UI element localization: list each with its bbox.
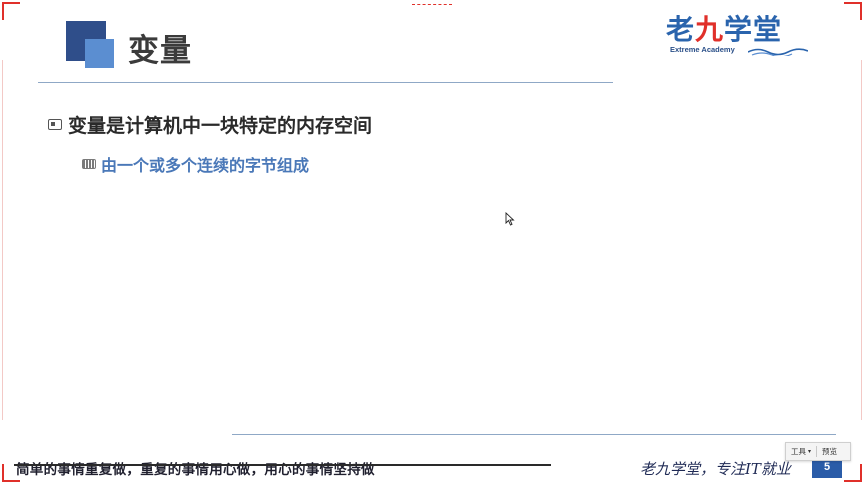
frame-corner-top-left bbox=[2, 2, 20, 20]
bullet-level2-text: 由一个或多个连续的字节组成 bbox=[101, 156, 310, 175]
frame-corner-top-right bbox=[844, 2, 862, 20]
bullet-marker-icon bbox=[48, 119, 62, 130]
frame-corner-bottom-right bbox=[844, 464, 862, 482]
frame-edge-right bbox=[861, 60, 862, 420]
logo-subtitle: Extreme Academy bbox=[670, 45, 735, 54]
frame-edge-left bbox=[2, 60, 3, 420]
mouse-cursor-icon bbox=[505, 212, 515, 226]
viewer-toolbar: 工具 ▾ 预览 bbox=[785, 442, 851, 461]
sub-bullet-marker-icon bbox=[82, 159, 96, 169]
footer-divider bbox=[232, 434, 836, 435]
logo-wordmark: 老九学堂 bbox=[666, 13, 783, 46]
recording-handle[interactable] bbox=[412, 0, 452, 5]
footer-slogan: 简单的事情重复做，重复的事情用心做，用心的事情坚持做 bbox=[16, 462, 375, 478]
slogan-underline bbox=[14, 464, 551, 466]
bullet-level1: 变量是计算机中一块特定的内存空间 bbox=[48, 111, 372, 138]
chevron-down-icon: ▾ bbox=[808, 449, 812, 455]
preview-button[interactable]: 预览 bbox=[817, 446, 842, 457]
title-divider bbox=[38, 82, 613, 83]
academy-logo: 老九学堂 Extreme Academy bbox=[666, 16, 816, 58]
bullet-level2: 由一个或多个连续的字节组成 bbox=[82, 152, 309, 176]
bullet-level1-text: 变量是计算机中一块特定的内存空间 bbox=[68, 115, 373, 137]
tools-menu-button[interactable]: 工具 ▾ bbox=[786, 446, 816, 457]
slide-title: 变量 bbox=[128, 33, 192, 69]
footer-brand: 老九学堂，专注IT就业 bbox=[640, 460, 791, 478]
logo-wave-icon bbox=[748, 48, 808, 56]
title-decoration-light-square bbox=[85, 39, 114, 68]
